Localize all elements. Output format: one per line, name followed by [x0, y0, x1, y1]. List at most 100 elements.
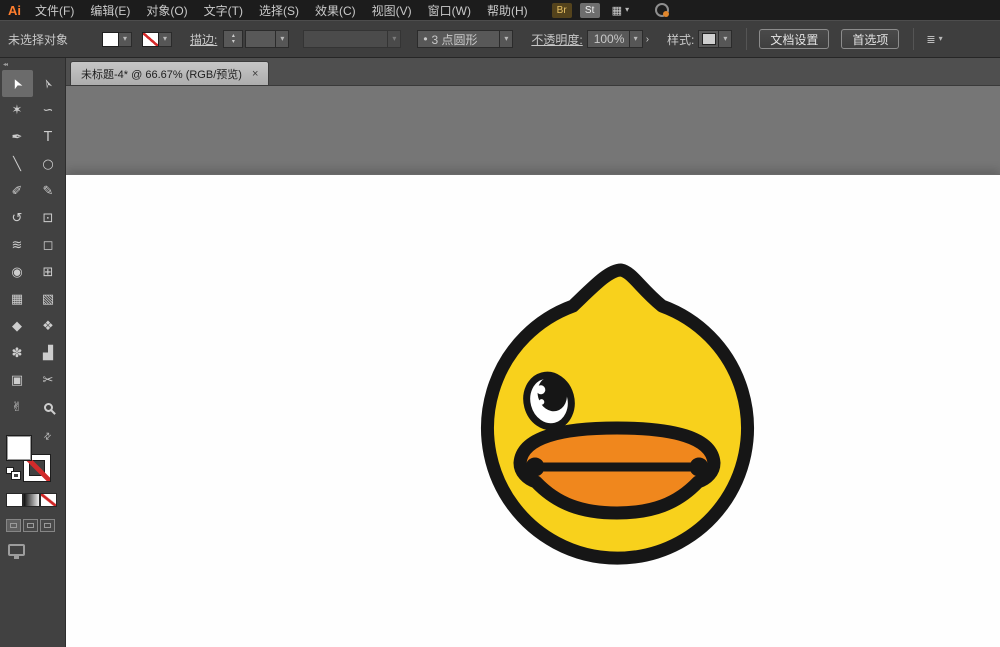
- menubar: Ai 文件(F) 编辑(E) 对象(O) 文字(T) 选择(S) 效果(C) 视…: [0, 0, 1000, 20]
- slice-tool[interactable]: ✂: [33, 367, 64, 394]
- symbol-sprayer-tool-icon: ✽: [12, 347, 23, 360]
- document-setup-button[interactable]: 文档设置: [759, 29, 829, 49]
- chevron-down-icon: ▾: [280, 35, 284, 43]
- zoom-tool-icon: [44, 403, 53, 412]
- draw-normal-button[interactable]: [6, 519, 21, 532]
- opacity-dropdown[interactable]: 100% ▾: [587, 30, 643, 48]
- illustrator-app: Ai 文件(F) 编辑(E) 对象(O) 文字(T) 选择(S) 效果(C) 视…: [0, 0, 1000, 647]
- paintbrush-tool[interactable]: ✐: [2, 178, 33, 205]
- stroke-weight-label[interactable]: 描边:: [190, 31, 217, 48]
- menu-select[interactable]: 选择(S): [259, 2, 299, 19]
- graphic-style-dropdown[interactable]: ▾: [698, 30, 732, 48]
- brush-bullet-icon: •: [423, 32, 427, 46]
- workspace-switcher-icon[interactable]: [655, 3, 669, 17]
- ellipse-tool[interactable]: ○: [33, 151, 64, 178]
- swap-fill-stroke-icon[interactable]: ⇄: [42, 430, 55, 443]
- scale-tool[interactable]: ⊡: [33, 205, 64, 232]
- preferences-button[interactable]: 首选项: [841, 29, 899, 49]
- dropdown-caret[interactable]: ▾: [275, 31, 288, 47]
- stepper-down-icon[interactable]: ▾: [232, 39, 235, 45]
- draw-behind-button[interactable]: [23, 519, 38, 532]
- artboard-tool[interactable]: ▣: [2, 367, 33, 394]
- menu-help[interactable]: 帮助(H): [487, 2, 528, 19]
- duck-mouth-dot-left: [526, 458, 545, 477]
- screen-mode-button[interactable]: [8, 544, 25, 556]
- type-tool[interactable]: T: [33, 124, 64, 151]
- duck-artwork[interactable]: [66, 175, 1000, 647]
- eyedropper-tool[interactable]: ◆: [2, 313, 33, 340]
- menu-file[interactable]: 文件(F): [35, 2, 74, 19]
- shape-builder-tool[interactable]: ◉: [2, 259, 33, 286]
- pasteboard[interactable]: [66, 86, 1000, 647]
- duck-mouth-dot-right: [690, 458, 709, 477]
- line-segment-tool[interactable]: ╲: [2, 151, 33, 178]
- stroke-color-control[interactable]: ▾: [142, 32, 172, 47]
- gradient-tool[interactable]: ▧: [33, 286, 64, 313]
- menu-effect[interactable]: 效果(C): [315, 2, 356, 19]
- canvas-area: 未标题-4* @ 66.67% (RGB/预览) ×: [66, 58, 1000, 647]
- document-title: 未标题-4* @ 66.67% (RGB/预览): [81, 66, 242, 82]
- opacity-label[interactable]: 不透明度:: [531, 31, 582, 48]
- selection-tool[interactable]: ➤: [2, 70, 33, 97]
- none-button[interactable]: [40, 493, 57, 507]
- menu-edit[interactable]: 编辑(E): [90, 2, 130, 19]
- magic-wand-tool-icon: ✶: [12, 104, 23, 117]
- duck-group[interactable]: [488, 270, 748, 558]
- mesh-tool[interactable]: ▦: [2, 286, 33, 313]
- gradient-button[interactable]: [23, 493, 40, 507]
- default-fill-stroke-icon[interactable]: [6, 467, 20, 479]
- hand-tool[interactable]: ✌: [2, 394, 33, 421]
- panel-collapse-icon[interactable]: ◂◂: [0, 58, 7, 70]
- fill-swatch[interactable]: [6, 435, 32, 461]
- bridge-badge-icon[interactable]: Br: [552, 3, 572, 18]
- stroke-color-swatch[interactable]: [142, 32, 159, 47]
- shape-builder-tool-icon: ◉: [11, 266, 22, 279]
- close-icon[interactable]: ×: [252, 68, 258, 80]
- stock-badge-icon[interactable]: St: [580, 3, 600, 18]
- dropdown-caret[interactable]: ▾: [499, 31, 512, 47]
- zoom-tool[interactable]: [33, 394, 64, 421]
- dropdown-caret: ▾: [387, 31, 400, 47]
- magic-wand-tool[interactable]: ✶: [2, 97, 33, 124]
- arrange-documents-control[interactable]: ▦ ▾: [612, 4, 629, 17]
- pencil-tool[interactable]: ✎: [33, 178, 64, 205]
- symbol-sprayer-tool[interactable]: ✽: [2, 340, 33, 367]
- width-tool[interactable]: ≋: [2, 232, 33, 259]
- brush-definition-dropdown[interactable]: • 3 点圆形 ▾: [417, 30, 513, 48]
- blend-tool[interactable]: ❖: [33, 313, 64, 340]
- fill-color-swatch[interactable]: [102, 32, 119, 47]
- menu-window[interactable]: 窗口(W): [428, 2, 471, 19]
- perspective-grid-tool[interactable]: ⊞: [33, 259, 64, 286]
- chevron-down-icon: ▾: [634, 35, 638, 43]
- column-graph-tool[interactable]: ▟: [33, 340, 64, 367]
- column-graph-tool-icon: ▟: [43, 347, 53, 360]
- opacity-flyout-icon[interactable]: ›: [646, 34, 649, 45]
- eyedropper-tool-icon: ◆: [12, 320, 22, 333]
- color-button[interactable]: [6, 493, 23, 507]
- artboard[interactable]: [66, 175, 1000, 647]
- perspective-grid-tool-icon: ⊞: [43, 266, 54, 279]
- menu-type[interactable]: 文字(T): [204, 2, 243, 19]
- menu-view[interactable]: 视图(V): [372, 2, 412, 19]
- document-tab[interactable]: 未标题-4* @ 66.67% (RGB/预览) ×: [70, 61, 269, 85]
- stroke-weight-dropdown[interactable]: ▾: [245, 30, 289, 48]
- blend-tool-icon: ❖: [42, 320, 54, 333]
- draw-inside-button[interactable]: [40, 519, 55, 532]
- stroke-weight-stepper[interactable]: ▴ ▾: [223, 30, 243, 48]
- rotate-tool[interactable]: ↺: [2, 205, 33, 232]
- stroke-color-dropdown[interactable]: ▾: [159, 32, 172, 47]
- pen-tool-icon: ✒: [12, 131, 23, 144]
- lasso-tool[interactable]: ∽: [33, 97, 64, 124]
- direct-selection-tool[interactable]: ➢: [33, 70, 64, 97]
- slice-tool-icon: ✂: [43, 374, 54, 387]
- free-transform-tool[interactable]: ◻: [33, 232, 64, 259]
- tool-grid: ➤ ➢ ✶ ∽ ✒ T ╲ ○ ✐ ✎ ↺ ⊡ ≋ ◻ ◉ ⊞ ▦ ▧ ◆ ❖: [2, 70, 64, 421]
- fill-color-dropdown[interactable]: ▾: [119, 32, 132, 47]
- dropdown-caret[interactable]: ▾: [629, 31, 642, 47]
- menu-object[interactable]: 对象(O): [146, 2, 187, 19]
- fill-color-control[interactable]: ▾: [102, 32, 132, 47]
- pen-tool[interactable]: ✒: [2, 124, 33, 151]
- align-options-control[interactable]: ≣ ▾: [926, 33, 942, 46]
- brush-name-label: 3 点圆形: [432, 31, 478, 48]
- dropdown-caret[interactable]: ▾: [718, 31, 731, 47]
